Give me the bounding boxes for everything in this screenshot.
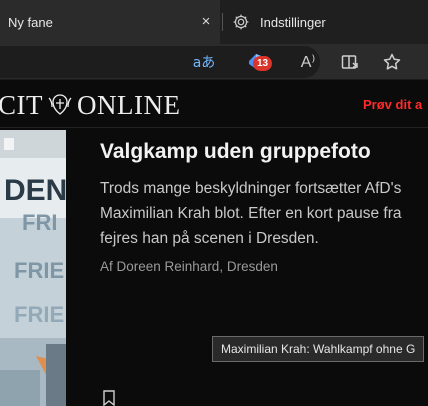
tab-strip: Ny fane × Indstillinger <box>0 0 428 44</box>
address-bar[interactable] <box>0 46 320 78</box>
logo-text-left: CIT <box>0 89 43 120</box>
article-byline: Af Doreen Reinhard, Dresden <box>100 259 278 274</box>
teaser-line: Trods mange beskyldninger fortsætter AfD… <box>100 180 402 197</box>
web-page: CIT ONLINE Prøv dit a DEN FRI FRIE FRIE <box>0 80 428 406</box>
tab-title: Ny fane <box>8 14 53 30</box>
site-logo[interactable]: CIT ONLINE <box>0 90 180 120</box>
image-tooltip: Maximilian Krah: Wahlkampf ohne G <box>212 336 425 362</box>
teaser-line: fejres han på scenen i Dresden. <box>100 230 319 247</box>
article-teaser[interactable]: Trods mange beskyldninger fortsætter AfD… <box>100 176 428 251</box>
logo-text-right: ONLINE <box>77 89 181 120</box>
crest-icon <box>48 94 72 115</box>
tab-settings[interactable]: Indstillinger <box>230 0 428 44</box>
translate-icon[interactable]: aあ <box>192 50 216 74</box>
article-photo[interactable]: DEN FRI FRIE FRIE <box>0 130 66 406</box>
browser-toolbar: aあ A⁾ <box>0 44 428 80</box>
svg-text:FRIE: FRIE <box>14 302 64 327</box>
svg-text:FRI: FRI <box>22 210 57 235</box>
tab-title: Indstillinger <box>260 14 326 30</box>
star-icon[interactable] <box>380 50 404 74</box>
split-screen-icon[interactable] <box>338 50 362 74</box>
tab-new-tab[interactable]: Ny fane <box>0 0 220 44</box>
gear-icon <box>232 13 250 31</box>
tab-divider <box>222 13 223 31</box>
extension-badge: 13 <box>253 56 272 71</box>
svg-text:FRIE: FRIE <box>14 258 64 283</box>
read-aloud-icon[interactable]: A⁾ <box>296 50 320 74</box>
masthead: CIT ONLINE Prøv dit a <box>0 80 428 128</box>
bookmark-icon[interactable] <box>102 390 116 406</box>
close-tab-icon[interactable]: × <box>198 14 214 30</box>
promo-link[interactable]: Prøv dit a <box>363 97 422 112</box>
teaser-line: Maximilian Krah blot. Efter en kort paus… <box>100 205 402 222</box>
svg-text:DEN: DEN <box>4 174 66 207</box>
article-headline[interactable]: Valgkamp uden gruppefoto <box>100 140 371 164</box>
